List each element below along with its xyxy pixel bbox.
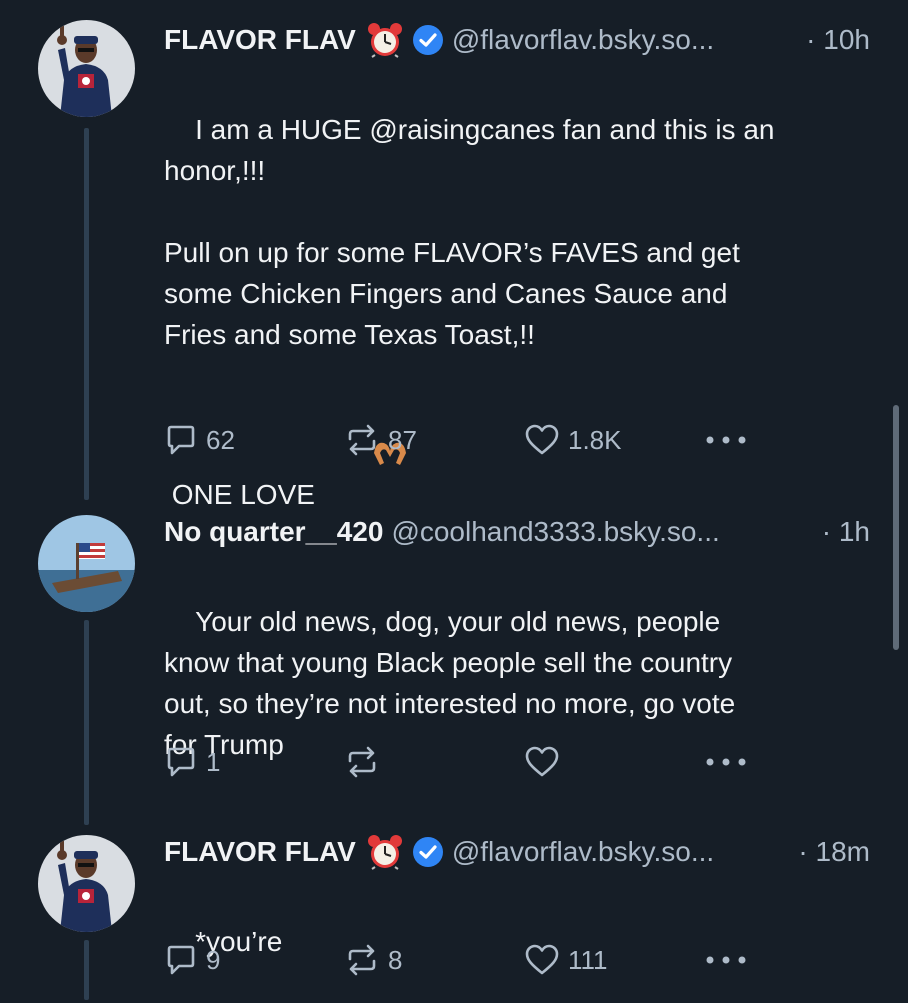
post[interactable]: FLAVOR FLAV @flavorflav.bsky.so... · 10h… <box>0 20 908 510</box>
post-actions: 62 87 1.8K <box>164 420 848 460</box>
display-name[interactable]: No quarter__420 <box>164 512 383 552</box>
post[interactable]: No quarter__420 @coolhand3333.bsky.so...… <box>0 512 908 812</box>
avatar[interactable] <box>38 515 135 612</box>
repost-icon <box>348 424 376 456</box>
like-icon <box>525 424 559 455</box>
repost-button[interactable] <box>344 742 388 782</box>
reply-count: 9 <box>206 944 221 975</box>
like-button[interactable]: 1.8K <box>524 420 622 460</box>
timestamp[interactable]: · 18m <box>786 832 870 872</box>
display-name[interactable]: FLAVOR FLAV <box>164 20 356 60</box>
alarm-clock-icon <box>366 834 404 870</box>
reply-button[interactable]: 1 <box>164 742 220 782</box>
repost-button[interactable]: 8 <box>344 940 402 980</box>
handle[interactable]: @coolhand3333.bsky.so... <box>391 512 719 552</box>
reply-icon <box>167 747 195 777</box>
repost-icon <box>348 944 376 976</box>
post[interactable]: FLAVOR FLAV @flavorflav.bsky.so... · 18m… <box>0 832 908 1000</box>
post-header: FLAVOR FLAV @flavorflav.bsky.so... · 18m <box>164 832 870 872</box>
like-button[interactable]: 111 <box>524 940 608 980</box>
alarm-clock-icon <box>366 22 404 58</box>
more-button[interactable] <box>704 742 748 782</box>
handle[interactable]: @flavorflav.bsky.so... <box>452 832 714 872</box>
like-button[interactable] <box>524 742 568 782</box>
like-count: 111 <box>568 944 608 975</box>
timestamp[interactable]: · 10h <box>794 20 870 60</box>
repost-count: 87 <box>388 424 417 455</box>
more-icon <box>706 436 746 444</box>
verified-badge-icon <box>412 24 444 56</box>
reply-button[interactable]: 9 <box>164 940 220 980</box>
verified-badge-icon <box>412 836 444 868</box>
repost-count: 8 <box>388 944 403 975</box>
timestamp[interactable]: · 1h <box>810 512 870 552</box>
post-header: FLAVOR FLAV @flavorflav.bsky.so... · 10h <box>164 20 870 60</box>
avatar[interactable] <box>38 835 135 932</box>
reply-button[interactable]: 62 <box>164 420 235 460</box>
more-button[interactable] <box>704 940 748 980</box>
more-icon <box>706 758 746 766</box>
avatar[interactable] <box>38 20 135 117</box>
more-button[interactable] <box>704 420 748 460</box>
repost-icon <box>348 746 376 778</box>
post-header: No quarter__420 @coolhand3333.bsky.so...… <box>164 512 870 552</box>
reply-count: 62 <box>206 424 235 455</box>
like-icon <box>525 746 559 777</box>
like-icon <box>525 944 559 975</box>
reply-count: 1 <box>206 746 221 777</box>
scrollbar[interactable] <box>893 405 899 650</box>
reply-icon <box>167 425 195 455</box>
post-text: I am a HUGE @raisingcanes fan and this i… <box>164 68 848 560</box>
like-count: 1.8K <box>568 424 622 455</box>
post-body: Your old news, dog, your old news, peopl… <box>164 606 736 760</box>
reply-icon <box>167 945 195 975</box>
post-actions: 1 <box>164 742 848 782</box>
post-actions: 9 8 111 <box>164 940 848 980</box>
handle[interactable]: @flavorflav.bsky.so... <box>452 20 714 60</box>
repost-button[interactable]: 87 <box>344 420 417 460</box>
display-name[interactable]: FLAVOR FLAV <box>164 832 356 872</box>
more-icon <box>706 956 746 964</box>
